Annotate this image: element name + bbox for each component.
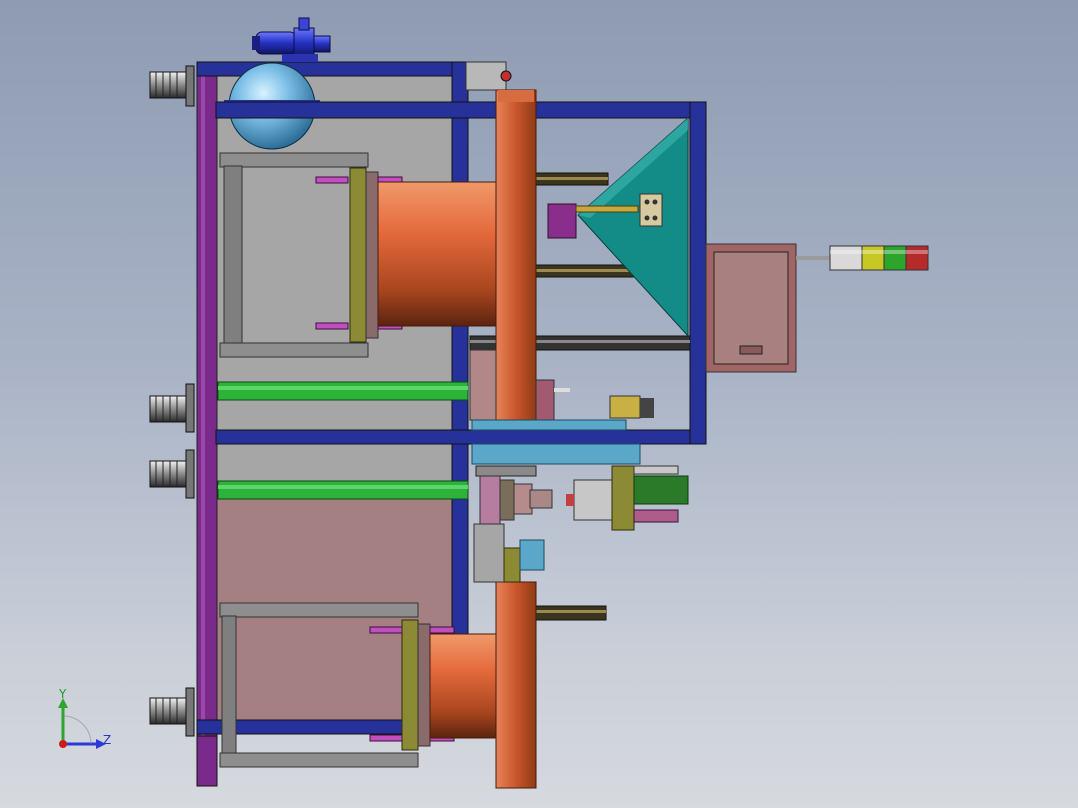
foot-3: [149, 449, 195, 499]
vacuum-pump: [252, 17, 331, 62]
coordinate-triad: [58, 698, 106, 749]
foot-1: [149, 65, 195, 107]
foot-4: [149, 687, 195, 737]
left-leveling-feet: [149, 65, 195, 737]
cad-assembly-view: [58, 17, 929, 789]
y-axis-label: Y: [59, 687, 67, 701]
stack-light: [796, 245, 929, 271]
z-axis-label: Z: [103, 733, 112, 747]
foot-2: [149, 383, 195, 433]
teal-hopper: [547, 116, 689, 338]
electrical-cabinet: [705, 243, 797, 373]
